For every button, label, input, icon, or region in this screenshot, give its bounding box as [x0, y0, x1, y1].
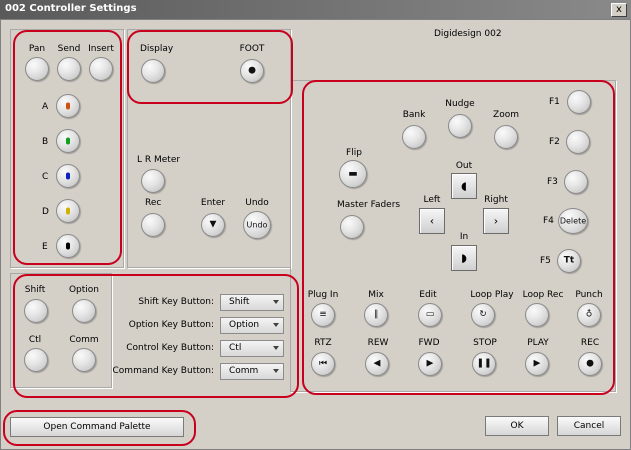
- highlight-modifiers: [13, 274, 299, 398]
- rec-button[interactable]: [141, 213, 165, 237]
- device-name: Digidesign 002: [434, 29, 502, 39]
- rec-label: Rec: [145, 198, 162, 208]
- undo-button-label: Undo: [246, 220, 268, 230]
- ok-button[interactable]: OK: [485, 416, 549, 436]
- highlight-left: [13, 30, 122, 265]
- window-title: 002 Controller Settings: [5, 3, 137, 14]
- cancel-button[interactable]: Cancel: [557, 416, 621, 436]
- undo-button[interactable]: Undo: [243, 211, 271, 239]
- lr-meter-button[interactable]: [141, 169, 165, 193]
- highlight-footer: [3, 410, 196, 446]
- undo-label: Undo: [245, 198, 269, 208]
- highlight-display: [127, 30, 293, 104]
- enter-button[interactable]: ▼: [201, 213, 225, 237]
- triangle-down-icon: ▼: [209, 219, 217, 230]
- close-button[interactable]: x: [611, 3, 627, 17]
- lr-meter-label: L R Meter: [137, 155, 181, 165]
- title-bar: 002 Controller Settings x: [0, 0, 631, 19]
- enter-label: Enter: [200, 198, 226, 208]
- highlight-right: [302, 80, 615, 395]
